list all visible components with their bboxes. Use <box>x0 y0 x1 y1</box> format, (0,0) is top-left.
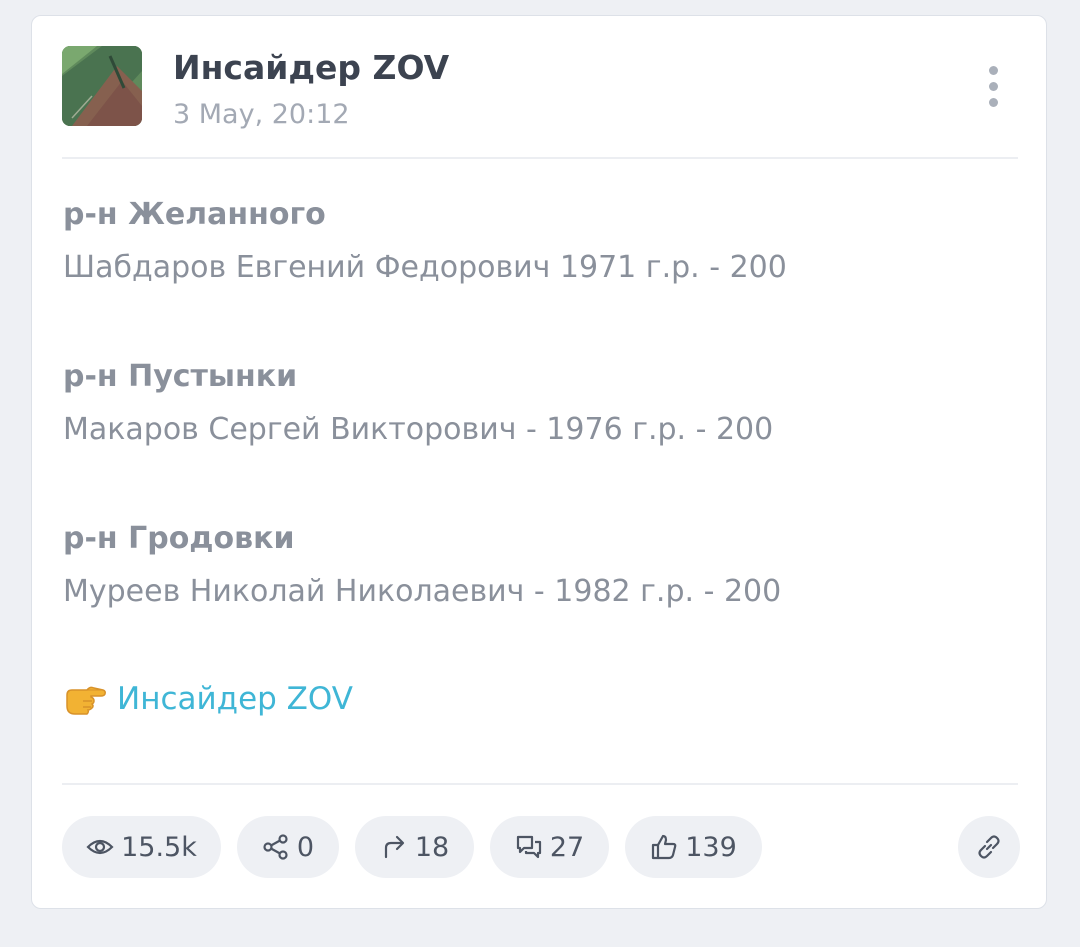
section-title: р-н Гродовки <box>63 521 295 556</box>
more-vertical-icon[interactable] <box>982 62 1006 110</box>
channel-avatar[interactable] <box>62 46 142 126</box>
comments-pill[interactable]: 27 <box>490 816 609 878</box>
eye-icon <box>86 839 114 855</box>
menu-dot <box>989 98 998 107</box>
pointing-hand-icon <box>66 686 106 715</box>
footer-divider <box>62 783 1018 785</box>
forwards-count: 18 <box>414 831 450 863</box>
section-line: Макаров Сергей Викторович - 1976 г.р. - … <box>63 412 774 447</box>
views-pill[interactable]: 15.5k <box>62 816 221 878</box>
share-icon <box>263 834 288 860</box>
forward-arrow-icon <box>384 835 404 859</box>
channel-link-row: Инсайдер ZOV <box>63 679 353 719</box>
section-line: Муреев Николай Николаевич - 1982 г.р. - … <box>63 574 782 609</box>
shares-pill[interactable]: 0 <box>237 816 339 878</box>
post-header: Инсайдер ZOV 3 May, 20:12 <box>62 46 1018 130</box>
thumbs-up-icon <box>652 834 677 860</box>
section-title: р-н Желанного <box>63 197 326 232</box>
comments-icon <box>516 835 541 859</box>
shares-count: 0 <box>296 831 315 863</box>
section-line: Шабдаров Евгений Федорович 1971 г.р. - 2… <box>63 250 787 285</box>
post-date: 3 May, 20:12 <box>173 99 350 130</box>
channel-link[interactable]: Инсайдер ZOV <box>117 681 353 717</box>
copy-link-button[interactable] <box>958 816 1020 878</box>
avatar-image <box>62 46 142 126</box>
menu-dot <box>989 82 998 91</box>
channel-name[interactable]: Инсайдер ZOV <box>173 48 449 87</box>
likes-pill[interactable]: 139 <box>625 816 762 878</box>
menu-dot <box>989 66 998 75</box>
link-icon <box>978 835 1000 859</box>
post-card: Инсайдер ZOV 3 May, 20:12 р-н Желанного … <box>31 15 1047 909</box>
section-title: р-н Пустынки <box>63 359 298 394</box>
header-divider <box>62 157 1018 159</box>
forwards-pill[interactable]: 18 <box>355 816 474 878</box>
comments-count: 27 <box>549 831 585 863</box>
likes-count: 139 <box>685 831 737 863</box>
views-count: 15.5k <box>121 831 197 863</box>
